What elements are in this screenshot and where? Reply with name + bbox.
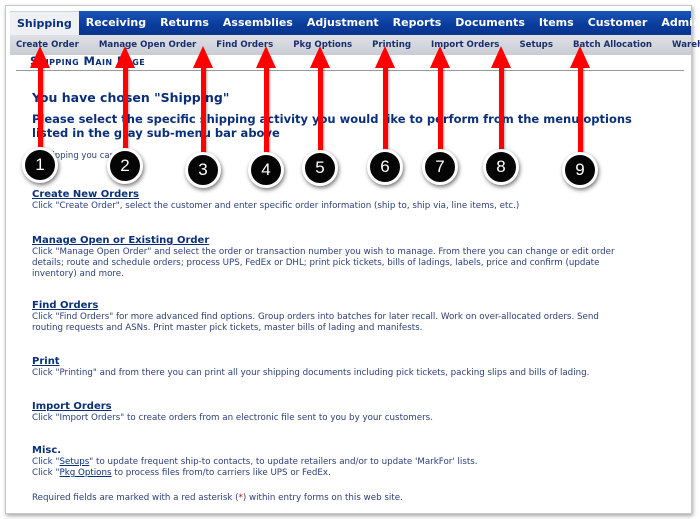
section-description: Click "Printing" and from there you can … (32, 368, 590, 378)
arrow-shaft (499, 66, 504, 153)
step-badge-5: 5 (302, 150, 338, 186)
arrow-shaft (123, 66, 128, 152)
tab-assemblies[interactable]: Assemblies (216, 11, 300, 35)
arrow-shaft (578, 66, 583, 156)
arrow-shaft (318, 66, 323, 154)
chosen-heading: You have chosen "Shipping" (32, 90, 230, 105)
print-link[interactable]: Print (32, 356, 60, 367)
section-import-orders: Import Orders Click "Import Orders" to c… (32, 394, 632, 424)
step-badge-9: 9 (562, 152, 598, 188)
step-badge-7: 7 (422, 149, 458, 185)
tab-customer[interactable]: Customer (581, 11, 655, 35)
manage-open-order-link[interactable]: Manage Open or Existing Order (32, 235, 209, 246)
section-print: Print Click "Printing" and from there yo… (32, 349, 632, 379)
arrow-head-icon (310, 46, 330, 68)
arrow-shaft (264, 66, 269, 156)
arrow-head-icon (375, 46, 395, 68)
instructions-heading: Please select the specific shipping acti… (32, 112, 632, 140)
tab-receiving[interactable]: Receiving (79, 11, 153, 35)
misc-line-pkg-options: Click "Pkg Options to process files from… (32, 468, 632, 479)
tab-items[interactable]: Items (532, 11, 581, 35)
misc-text: to process files from/to carriers like U… (111, 468, 331, 478)
arrow-shaft (383, 66, 388, 153)
tab-shipping[interactable]: Shipping (10, 10, 79, 36)
main-menu-bar: Shipping Receiving Returns Assemblies Ad… (10, 10, 700, 36)
section-description: Click "Manage Open Order" and select the… (32, 247, 615, 279)
submenu-setups[interactable]: Setups (513, 40, 560, 50)
required-text: Required fields are marked with a red as… (32, 493, 239, 503)
required-fields-note: Required fields are marked with a red as… (32, 493, 403, 503)
tab-documents[interactable]: Documents (448, 11, 532, 35)
misc-text: Click " (32, 468, 60, 478)
tab-reports[interactable]: Reports (386, 11, 449, 35)
import-orders-link[interactable]: Import Orders (32, 401, 112, 412)
section-misc: Misc. Click "Setups" to update frequent … (32, 438, 632, 479)
tab-admin[interactable]: Admin (654, 11, 700, 35)
step-badge-8: 8 (483, 149, 519, 185)
tab-returns[interactable]: Returns (153, 11, 216, 35)
arrow-head-icon (491, 46, 511, 68)
section-description: Click "Create Order", select the custome… (32, 201, 520, 211)
section-description: Click "Find Orders" for more advanced fi… (32, 312, 599, 333)
section-description: Click "Import Orders" to create orders f… (32, 413, 433, 423)
arrow-shaft (438, 66, 443, 153)
arrow-shaft (201, 66, 206, 156)
section-create-new-orders: Create New Orders Click "Create Order", … (32, 182, 632, 212)
required-text: ) within entry forms on this web site. (242, 493, 403, 503)
arrow-shaft (38, 66, 43, 151)
submenu-warehouse-pack[interactable]: Warehouse Pack (666, 40, 700, 50)
section-find-orders: Find Orders Click "Find Orders" for more… (32, 293, 632, 334)
arrow-head-icon (570, 46, 590, 68)
arrow-head-icon (30, 46, 50, 68)
arrow-head-icon (256, 46, 276, 68)
step-badge-4: 4 (248, 152, 284, 188)
misc-line-setups: Click "Setups" to update frequent ship-t… (32, 457, 632, 468)
arrow-head-icon (193, 46, 213, 68)
step-badge-6: 6 (367, 149, 403, 185)
step-badge-3: 3 (185, 152, 221, 188)
misc-title: Misc. (32, 445, 62, 456)
setups-link[interactable]: Setups (59, 457, 89, 467)
step-badge-2: 2 (107, 148, 143, 184)
section-manage-open-order: Manage Open or Existing Order Click "Man… (32, 228, 632, 280)
heading-divider (16, 70, 684, 71)
step-badge-1: 1 (22, 147, 58, 183)
pkg-options-link[interactable]: Pkg Options (59, 468, 111, 478)
misc-text: " to update frequent ship-to contacts, t… (89, 457, 478, 467)
tab-adjustment[interactable]: Adjustment (300, 11, 386, 35)
submenu-manage-open-order[interactable]: Manage Open Order (93, 40, 203, 50)
arrow-head-icon (115, 46, 135, 68)
misc-text: Click " (32, 457, 60, 467)
arrow-head-icon (430, 46, 450, 68)
create-new-orders-link[interactable]: Create New Orders (32, 189, 139, 200)
find-orders-link[interactable]: Find Orders (32, 300, 98, 311)
